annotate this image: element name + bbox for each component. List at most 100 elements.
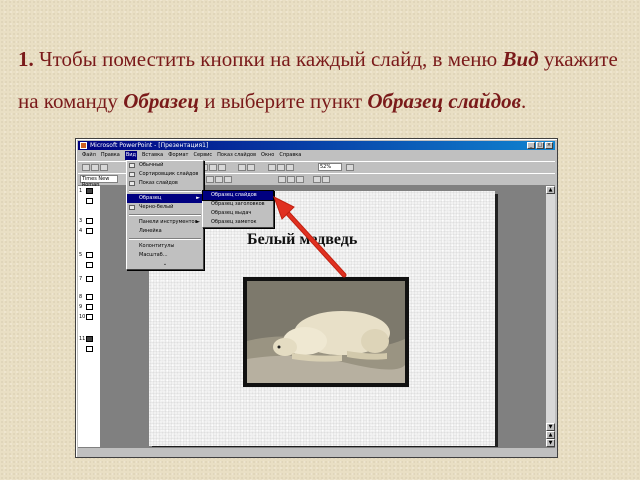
slide-icon[interactable] xyxy=(86,336,93,342)
align-right-icon[interactable] xyxy=(296,176,304,183)
outline-number: 3 xyxy=(79,218,83,224)
view-menu-item-label: Показ слайдов xyxy=(139,180,178,186)
view-menu-item-toolbars[interactable]: Панели инструментов ► xyxy=(127,218,203,227)
black-white-icon xyxy=(129,205,135,210)
table-icon[interactable] xyxy=(277,164,285,171)
window-controls: _ □ × xyxy=(527,142,553,149)
slide-sorter-icon xyxy=(129,172,135,177)
view-menu-item-zoom[interactable]: Масштаб... xyxy=(127,251,203,260)
polar-bear-image xyxy=(247,281,405,383)
open-icon[interactable] xyxy=(91,164,99,171)
slide-icon[interactable] xyxy=(86,188,93,194)
hyperlink-icon[interactable] xyxy=(268,164,276,171)
status-bar xyxy=(78,447,555,456)
view-menu-item-label: Черно-белый xyxy=(139,204,174,210)
view-menu-item-master[interactable]: Образец ► xyxy=(127,194,203,203)
menu-file[interactable]: Файл xyxy=(82,151,96,160)
menu-expand-chevron[interactable]: ⌄ xyxy=(127,260,203,269)
view-menu-item-sorter[interactable]: Сортировщик слайдов xyxy=(127,170,203,179)
slide-icon[interactable] xyxy=(86,218,93,224)
menu-insert[interactable]: Вставка xyxy=(142,151,163,160)
outline-number: 7 xyxy=(79,276,83,282)
menu-format[interactable]: Формат xyxy=(168,151,188,160)
view-menu-item-label: Сортировщик слайдов xyxy=(139,171,199,177)
next-slide-button[interactable]: ▼ xyxy=(546,439,555,447)
maximize-button[interactable]: □ xyxy=(536,142,544,149)
menu-separator xyxy=(129,238,201,240)
polar-bear-photo xyxy=(247,281,405,383)
copy-icon[interactable] xyxy=(209,164,217,171)
close-button[interactable]: × xyxy=(545,142,553,149)
outline-number: 11 xyxy=(79,336,86,342)
slide-icon[interactable] xyxy=(86,314,93,320)
menu-view[interactable]: Вид xyxy=(124,151,137,160)
window-titlebar: Microsoft PowerPoint - [Презентация1] _ … xyxy=(78,141,555,150)
menu-slideshow[interactable]: Показ слайдов xyxy=(217,151,256,160)
menu-help[interactable]: Справка xyxy=(279,151,301,160)
help-icon[interactable] xyxy=(346,164,354,171)
powerpoint-app-icon xyxy=(80,142,87,149)
font-select[interactable]: Times New Roman xyxy=(80,175,118,188)
outline-number: 8 xyxy=(79,294,83,300)
menu-name-view: Вид xyxy=(502,47,539,71)
normal-view-icon xyxy=(129,163,135,168)
view-menu-item-label: Панели инструментов xyxy=(139,219,198,225)
view-menu-item-slideshow[interactable]: Показ слайдов xyxy=(127,179,203,188)
slide-icon[interactable] xyxy=(86,198,93,204)
new-icon[interactable] xyxy=(82,164,90,171)
zoom-select[interactable]: 52% xyxy=(318,163,342,171)
outline-number: 10 xyxy=(79,314,86,320)
scroll-down-button[interactable]: ▼ xyxy=(546,423,555,431)
view-menu-dropdown: Обычный Сортировщик слайдов Показ слайдо… xyxy=(126,160,204,270)
undo-icon[interactable] xyxy=(238,164,246,171)
view-menu-item-ruler[interactable]: Линейка xyxy=(127,227,203,236)
view-menu-item-blackwhite[interactable]: Черно-белый xyxy=(127,203,203,212)
instruction-end: . xyxy=(521,89,527,113)
prev-slide-button[interactable]: ▲ xyxy=(546,431,555,439)
submenu-arrow-icon: ► xyxy=(196,195,200,201)
command-name-master: Образец xyxy=(123,89,200,113)
redo-icon[interactable] xyxy=(247,164,255,171)
instruction-part-3: и выберите пункт xyxy=(199,89,368,113)
italic-icon[interactable] xyxy=(215,176,223,183)
view-menu-item-label: Масштаб... xyxy=(139,252,168,258)
slide-icon[interactable] xyxy=(86,228,93,234)
polar-bear-photo-frame[interactable] xyxy=(243,277,409,387)
align-left-icon[interactable] xyxy=(278,176,286,183)
menu-edit[interactable]: Правка xyxy=(101,151,120,160)
slideshow-icon xyxy=(129,181,135,186)
instruction-text: 1. Чтобы поместить кнопки на каждый слай… xyxy=(18,38,628,122)
submenu-arrow-icon: ► xyxy=(196,219,200,225)
bullets-icon[interactable] xyxy=(313,176,321,183)
view-menu-item-normal[interactable]: Обычный xyxy=(127,161,203,170)
instruction-part-1: Чтобы поместить кнопки на каждый слайд, … xyxy=(33,47,503,71)
chart-icon[interactable] xyxy=(286,164,294,171)
slide-icon[interactable] xyxy=(86,294,93,300)
view-menu-item-header-footer[interactable]: Колонтитулы xyxy=(127,242,203,251)
slide-icon[interactable] xyxy=(86,262,93,268)
underline-icon[interactable] xyxy=(224,176,232,183)
slide-icon[interactable] xyxy=(86,346,93,352)
view-menu-item-label: Обычный xyxy=(139,162,164,168)
view-menu-item-label: Линейка xyxy=(139,228,162,234)
view-menu-item-label: Колонтитулы xyxy=(139,243,175,249)
slide-icon[interactable] xyxy=(86,276,93,282)
menu-tools[interactable]: Сервис xyxy=(193,151,212,160)
menu-separator xyxy=(129,190,201,192)
menu-window[interactable]: Окно xyxy=(261,151,274,160)
save-icon[interactable] xyxy=(100,164,108,171)
paste-icon[interactable] xyxy=(218,164,226,171)
minimize-button[interactable]: _ xyxy=(527,142,535,149)
menu-separator xyxy=(129,214,201,216)
bold-icon[interactable] xyxy=(206,176,214,183)
slide-icon[interactable] xyxy=(86,304,93,310)
align-center-icon[interactable] xyxy=(287,176,295,183)
numbering-icon[interactable] xyxy=(322,176,330,183)
red-pointer-arrow xyxy=(273,195,347,278)
outline-pane[interactable]: 1 3 4 5 7 8 9 10 11 xyxy=(78,186,101,447)
outline-number: 5 xyxy=(79,252,83,258)
vertical-scrollbar[interactable]: ▲ ▼ ▲ ▼ xyxy=(545,186,555,447)
outline-number: 1 xyxy=(79,188,83,194)
scroll-up-button[interactable]: ▲ xyxy=(546,186,555,194)
slide-icon[interactable] xyxy=(86,252,93,258)
